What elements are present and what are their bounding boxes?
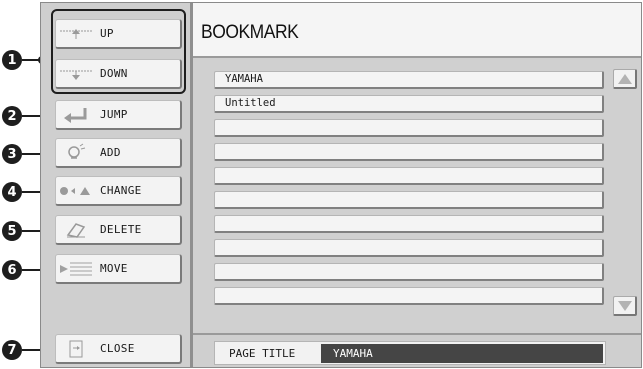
list-item[interactable] [214,239,604,257]
page-title-value[interactable]: YAMAHA [321,344,603,363]
bookmark-screen: UP DOWN JUMP ADD CHANGE DELETE MOVE CLOS… [40,2,642,368]
exit-door-icon [56,335,96,362]
page-title-field: PAGE TITLE YAMAHA [214,341,606,365]
down-arrow-icon [56,60,96,87]
page-title-label: PAGE TITLE [229,347,296,360]
delete-button-label: DELETE [100,223,142,236]
list-item[interactable] [214,119,604,137]
change-button-label: CHANGE [100,184,142,197]
down-button-label: DOWN [100,67,128,80]
list-item[interactable] [214,263,604,281]
shape-change-icon [56,177,96,204]
page-title: BOOKMARK [201,22,299,43]
change-button[interactable]: CHANGE [55,176,182,206]
jump-button-label: JUMP [100,108,128,121]
scroll-up-button[interactable] [613,69,637,89]
delete-button[interactable]: DELETE [55,215,182,245]
up-arrow-icon [56,20,96,47]
list-item[interactable]: Untitled [214,95,604,113]
list-item[interactable]: YAMAHA [214,71,604,89]
callout-5: 5 [2,221,22,241]
down-button[interactable]: DOWN [55,59,182,89]
triangle-up-icon [617,73,632,84]
list-item[interactable] [214,287,604,305]
list-item[interactable] [214,215,604,233]
add-button[interactable]: ADD [55,138,182,168]
callout-1: 1 [2,50,22,70]
triangle-down-icon [617,300,632,311]
callout-7: 7 [2,340,22,360]
up-button-label: UP [100,27,114,40]
list-item[interactable] [214,143,604,161]
callout-2: 2 [2,106,22,126]
return-arrow-icon [56,101,96,128]
add-button-label: ADD [100,146,121,159]
callout-3: 3 [2,144,22,164]
callout-6: 6 [2,260,22,280]
list-move-icon [56,255,96,282]
scroll-down-button[interactable] [613,296,637,316]
up-button[interactable]: UP [55,19,182,49]
bookmark-list: YAMAHA Untitled [193,60,641,333]
callout-4: 4 [2,182,22,202]
list-item[interactable] [214,191,604,209]
list-item[interactable] [214,167,604,185]
eraser-icon [56,216,96,243]
button-panel: UP DOWN JUMP ADD CHANGE DELETE MOVE CLOS… [41,3,190,367]
header-bar: BOOKMARK [193,3,641,58]
move-button-label: MOVE [100,262,128,275]
page-title-bar: PAGE TITLE YAMAHA [193,333,641,367]
lightbulb-icon [56,139,96,166]
move-button[interactable]: MOVE [55,254,182,284]
jump-button[interactable]: JUMP [55,100,182,130]
close-button[interactable]: CLOSE [55,334,182,364]
close-button-label: CLOSE [100,342,135,355]
